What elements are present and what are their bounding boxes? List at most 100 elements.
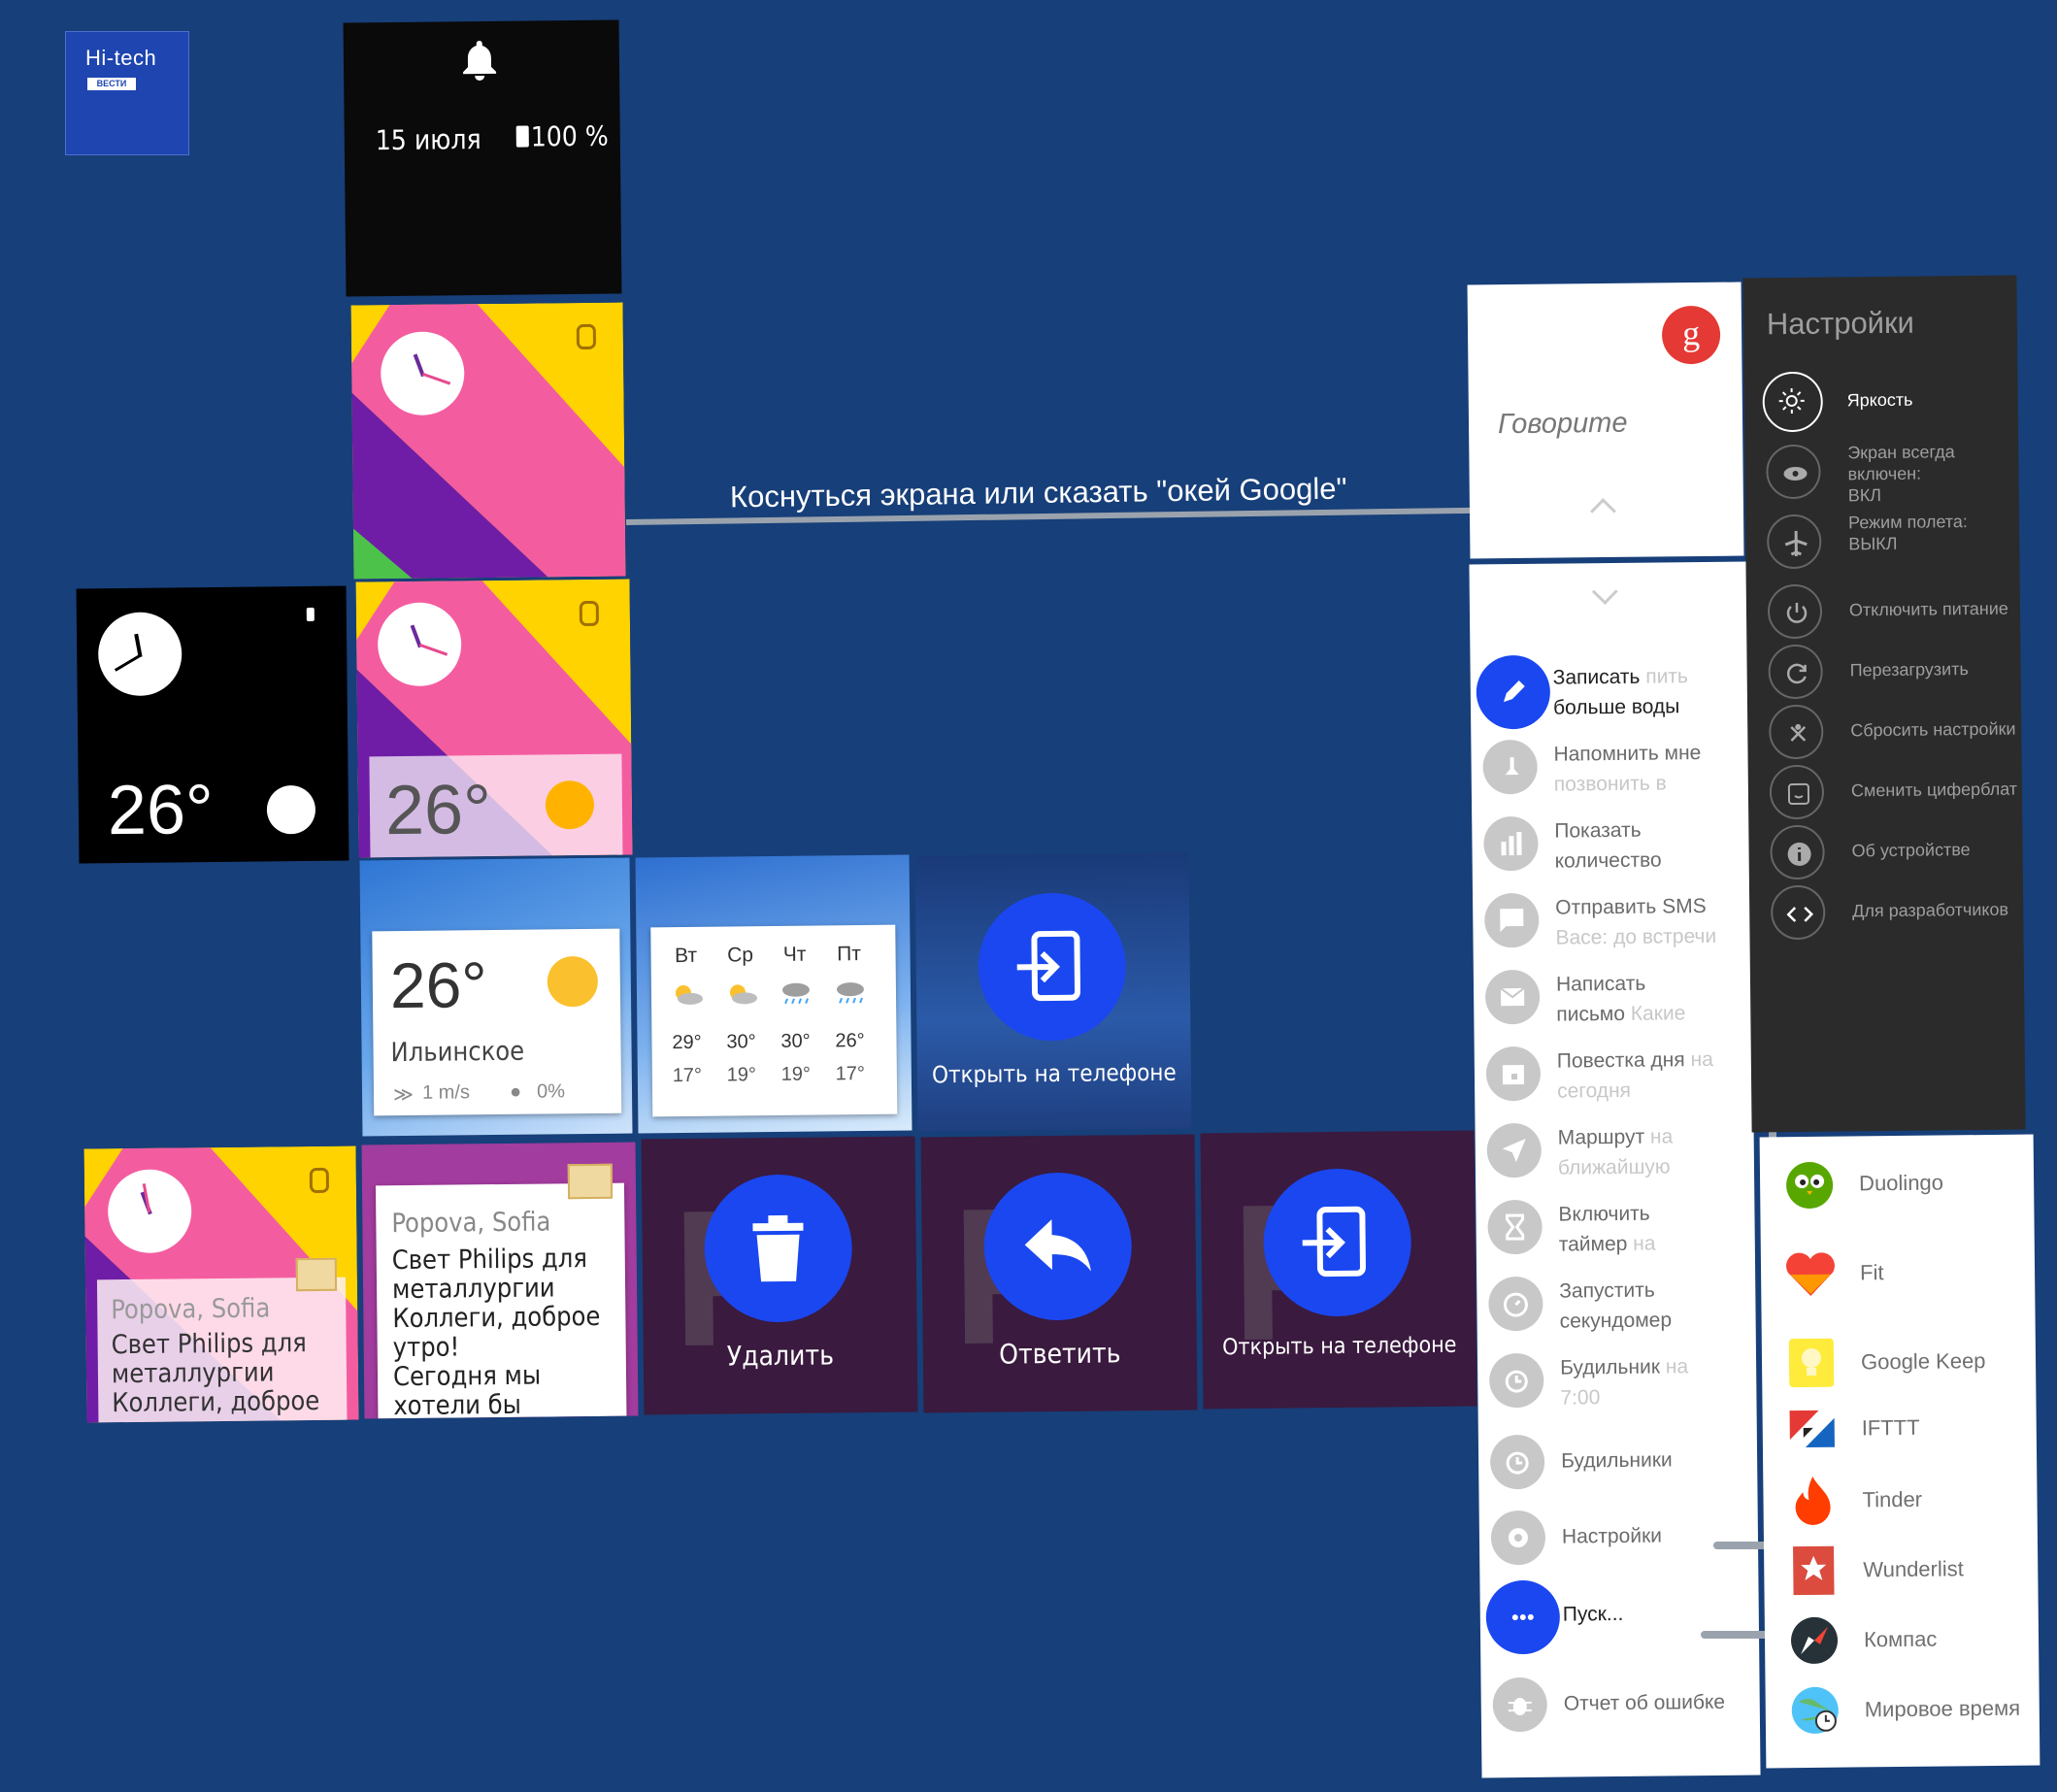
- airplane-icon: [1766, 514, 1822, 570]
- open-on-phone-button[interactable]: [977, 892, 1127, 1042]
- open-on-phone-icon: [1016, 930, 1080, 1002]
- settings-item-label: Об устройстве: [1851, 840, 1971, 861]
- voice-action-hint: ближайшую: [1557, 1155, 1671, 1179]
- partly-sunny-icon: [725, 982, 758, 1006]
- voice-prompt: Говорите: [1497, 407, 1628, 441]
- voice-action-text: Записать пить больше воды: [1552, 665, 1689, 719]
- app-item-google-keep[interactable]: Google Keep: [1783, 1333, 2037, 1398]
- app-item-label: IFTTT: [1861, 1414, 1920, 1441]
- reminder-icon: [1482, 739, 1538, 795]
- notification-line1: Свет Philips для: [111, 1328, 307, 1361]
- voice-action-item[interactable]: Отправить SMS Васе: до встречи: [1484, 890, 1761, 957]
- voice-action-item[interactable]: Пуск...: [1485, 1579, 1761, 1655]
- voice-action-item[interactable]: Включить таймер на: [1487, 1197, 1760, 1264]
- bar-chart-icon: [1483, 815, 1539, 872]
- forecast-tile[interactable]: Вт 29° 17° Ср 30° 19° Чт 30° 19° Пт 26° 17°: [635, 854, 912, 1134]
- voice-action-item[interactable]: Будильник на 7:00: [1488, 1350, 1761, 1417]
- google-mic-button[interactable]: g: [1661, 305, 1721, 365]
- voice-action-item[interactable]: Показать количество: [1483, 813, 1760, 880]
- voice-action-hint: на: [1659, 1355, 1689, 1378]
- battery-small-icon: [309, 1167, 330, 1194]
- ifttt-icon: [1783, 1401, 1841, 1458]
- tinder-flame-icon: [1784, 1473, 1841, 1530]
- voice-action-item[interactable]: Написать письмо Какие: [1484, 967, 1761, 1034]
- stopwatch-icon: [1488, 1276, 1543, 1332]
- app-item-fit[interactable]: Fit: [1782, 1244, 2036, 1309]
- caption-text: Коснуться экрана или сказать "окей Googl…: [729, 471, 1347, 514]
- watchface-tile[interactable]: [350, 302, 626, 580]
- rain-icon: [834, 981, 867, 1005]
- app-item-мировое-время[interactable]: Мировое время: [1786, 1680, 2040, 1745]
- voice-action-item[interactable]: Отчет об ошибке: [1492, 1675, 1760, 1742]
- launch-connector-line: [1701, 1631, 1769, 1639]
- rain-drop-icon: ●: [509, 1080, 522, 1103]
- settings-item[interactable]: Режим полета: ВЫКЛ: [1766, 512, 2026, 582]
- watchface-notification-tile[interactable]: Popova, Sofia Свет Philips для металлург…: [83, 1145, 359, 1423]
- partly-sunny-icon: [671, 983, 704, 1007]
- voice-actions-list[interactable]: Записать пить больше воды Напомнить мне поз…: [1469, 561, 1761, 1778]
- settings-panel[interactable]: Настройки Яркость Экран всегда включен: ВКЛ…: [1742, 275, 2026, 1133]
- voice-action-item[interactable]: Повестка дня на сегодня: [1485, 1044, 1761, 1111]
- app-item-duolingo[interactable]: Duolingo: [1781, 1154, 2035, 1219]
- mail-line6: хотели бы: [393, 1389, 522, 1419]
- settings-item-label: Для разработчиков: [1852, 899, 2009, 921]
- app-item-wunderlist[interactable]: Wunderlist: [1785, 1541, 2039, 1606]
- apps-panel[interactable]: Duolingo Fit Google Keep IFTTT Tinder Wunderl…: [1759, 1134, 2040, 1769]
- analog-clock-icon: [377, 602, 462, 687]
- weather-place: Ильинское: [390, 1036, 525, 1069]
- reset-icon: [1769, 704, 1824, 760]
- voice-prompt-panel[interactable]: g Говорите: [1467, 282, 1744, 559]
- pencil-icon: [1476, 654, 1551, 730]
- mail-line4: утро!: [392, 1332, 460, 1364]
- weather-temperature: 26°: [389, 948, 488, 1022]
- settings-items: Яркость Экран всегда включен: ВКЛ Режим поле…: [1762, 371, 2026, 1113]
- watchface-weather-tile[interactable]: 26°: [355, 579, 633, 858]
- notification-peek-card: Popova, Sofia Свет Philips для металлург…: [96, 1257, 348, 1423]
- ambient-lock-tile[interactable]: 15 июля 100 %: [343, 19, 622, 297]
- voice-action-text: Запустить секундомер: [1559, 1278, 1673, 1333]
- watchface-black-tile[interactable]: 26°: [76, 585, 349, 864]
- forecast-high: 30°: [726, 1031, 756, 1053]
- restart-icon: [1768, 644, 1823, 700]
- voice-action-text: Пуск...: [1562, 1602, 1624, 1626]
- voice-action-item[interactable]: Маршрут на ближайшую: [1486, 1120, 1760, 1187]
- open-on-phone-button[interactable]: [1262, 1168, 1412, 1317]
- app-item-tinder[interactable]: Tinder: [1784, 1471, 2038, 1536]
- app-item-компас[interactable]: Компас: [1786, 1610, 2040, 1676]
- sms-icon: [1484, 892, 1540, 948]
- forecast-low: 17°: [672, 1064, 703, 1087]
- weather-rain: 0%: [536, 1080, 566, 1103]
- voice-action-item[interactable]: Записать пить больше воды: [1476, 654, 1761, 730]
- voice-action-item[interactable]: Будильники: [1489, 1432, 1761, 1499]
- voice-action-text: Будильники: [1561, 1448, 1673, 1473]
- settings-item-label: Перезагрузить: [1849, 659, 1969, 680]
- forecast-card: Вт 29° 17° Ср 30° 19° Чт 30° 19° Пт 26° 17°: [650, 924, 898, 1117]
- voice-action-item[interactable]: Напомнить мне позвонить в: [1482, 737, 1760, 804]
- fit-heart-icon: [1782, 1245, 1840, 1303]
- eye-icon: [1766, 444, 1821, 500]
- weather-card-tile[interactable]: 26° Ильинское ≫ 1 m/s ● 0%: [359, 857, 633, 1137]
- moon-icon: [266, 784, 316, 835]
- hitech-logo: Hi-tech ВЕСТИ: [65, 31, 189, 155]
- delete-action-tile[interactable]: F Удалить: [641, 1136, 918, 1415]
- watch-temperature: 26°: [107, 770, 215, 850]
- voice-action-item[interactable]: Запустить секундомер: [1488, 1274, 1760, 1341]
- open-on-phone-tile-2[interactable]: F Открыть на телефоне: [1200, 1130, 1477, 1410]
- reply-button[interactable]: [982, 1172, 1133, 1321]
- delete-button[interactable]: [703, 1174, 853, 1323]
- sun-icon: [547, 955, 599, 1008]
- settings-item[interactable]: Экран всегда включен: ВКЛ: [1766, 442, 2025, 513]
- chevron-down-icon[interactable]: [1591, 579, 1618, 606]
- chevron-up-icon[interactable]: [1590, 498, 1616, 524]
- settings-item[interactable]: Для разработчиков: [1770, 882, 2026, 953]
- settings-item[interactable]: Яркость: [1762, 371, 2025, 443]
- open-on-phone-tile[interactable]: Открыть на телефоне: [914, 852, 1192, 1132]
- weather-wind: 1 m/s: [421, 1081, 471, 1104]
- mail-envelope-icon: [295, 1257, 338, 1292]
- mail-notification-tile[interactable]: Popova, Sofia Свет Philips для металлург…: [361, 1142, 639, 1419]
- mail-line5: Сегодня мы: [392, 1360, 542, 1393]
- reply-action-tile[interactable]: F Ответить: [920, 1134, 1198, 1413]
- alarms-icon: [1489, 1434, 1545, 1490]
- app-item-ifttt[interactable]: IFTTT: [1783, 1399, 2037, 1464]
- gear-icon: [1490, 1510, 1546, 1566]
